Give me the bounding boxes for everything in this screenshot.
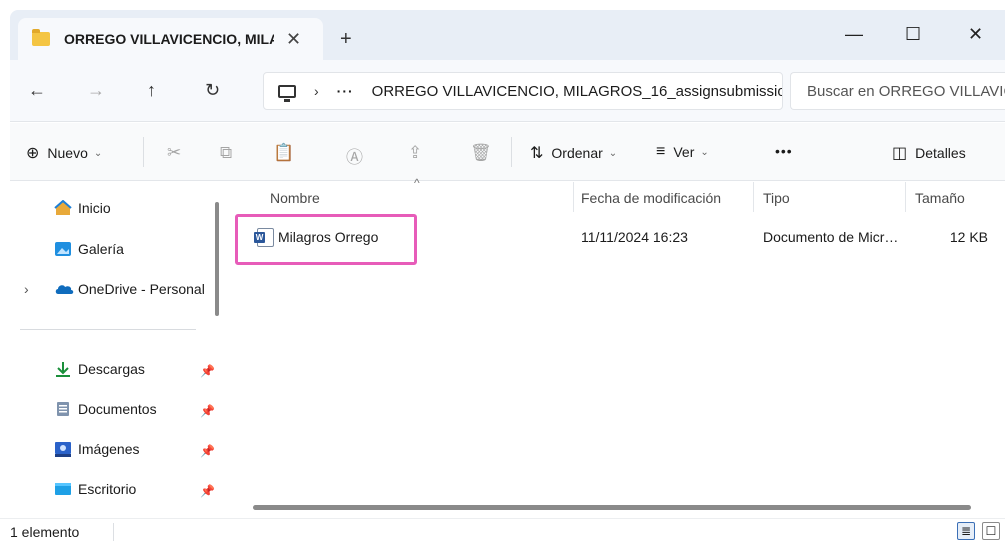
document-icon [54,401,72,417]
cut-icon[interactable]: ✂ [167,143,181,163]
horizontal-scrollbar[interactable] [253,505,971,510]
close-window-button[interactable]: ✕ [968,24,983,45]
navigation-pane: Inicio Galería › OneDrive - Personal Des… [10,182,220,518]
desktop-icon [54,481,72,497]
divider [511,137,512,167]
divider [143,137,144,167]
sidebar-item-galeria[interactable]: Galería [54,241,124,257]
sidebar-item-imagenes[interactable]: Imágenes [54,441,139,457]
pin-icon[interactable]: 📌 [200,484,215,498]
column-header-type[interactable]: Tipo [763,190,790,206]
sidebar-item-label: OneDrive - Personal [78,281,205,297]
column-header-name[interactable]: Nombre [270,190,320,206]
home-icon [54,199,72,216]
file-type: Documento de Microsoft Word [763,229,903,245]
sort-icon: ⇅ [530,145,544,162]
maximize-button[interactable]: ☐ [905,24,921,45]
minimize-button[interactable]: — [845,24,863,45]
selection-highlight [235,214,417,265]
details-pane-icon: ◫ [892,145,908,162]
up-button[interactable]: ↑ [147,80,156,101]
command-bar: ⊕ Nuevo ⌄ ✂ ⧉ 📋 Ⓐ ⇪ 🗑 ⇅ Ordenar ⌄ ≡ Ver … [10,123,1005,181]
new-button[interactable]: ⊕ Nuevo ⌄ [26,143,102,163]
divider [113,523,114,541]
breadcrumb-overflow-button[interactable]: ··· [337,83,354,99]
plus-circle-icon: ⊕ [26,145,40,162]
sidebar-item-label: Descargas [78,361,145,377]
pin-icon[interactable]: 📌 [200,364,215,378]
expand-chevron-icon[interactable]: › [24,281,29,297]
view-lines-icon: ≡ [656,143,666,160]
tab-current-folder[interactable]: ORREGO VILLAVICENCIO, MILAGROS_16_assign… [18,18,323,60]
sidebar-item-label: Escritorio [78,481,137,497]
title-bar: ORREGO VILLAVICENCIO, MILAGROS_16_assign… [10,10,1005,60]
address-bar[interactable]: › ··· ORREGO VILLAVICENCIO, MILAGROS_16_… [263,72,783,110]
copy-icon[interactable]: ⧉ [220,143,232,163]
delete-icon[interactable]: 🗑 [470,143,492,163]
pin-icon[interactable]: 📌 [200,404,215,418]
chevron-down-icon: ⌄ [700,146,709,158]
forward-button[interactable]: → [87,80,105,101]
new-tab-button[interactable]: + [340,28,352,51]
tab-title: ORREGO VILLAVICENCIO, MILAGROS_16_assign… [64,31,274,47]
computer-icon [278,84,296,102]
details-button-label: Detalles [915,145,966,161]
sort-arrow-icon: ^ [414,176,420,190]
column-divider[interactable] [905,182,906,212]
image-icon [54,441,72,457]
rename-icon[interactable]: Ⓐ [346,143,363,168]
view-button-label: Ver [673,144,695,160]
cloud-icon [54,281,74,297]
sidebar-item-label: Galería [78,241,124,257]
share-icon[interactable]: ⇪ [408,143,422,163]
new-button-label: Nuevo [47,145,88,161]
folder-icon [32,29,50,46]
view-button[interactable]: ≡ Ver ⌄ [656,143,709,161]
column-divider[interactable] [753,182,754,212]
navigation-scrollbar[interactable] [215,202,219,316]
sidebar-item-inicio[interactable]: Inicio [54,199,111,216]
file-modified: 11/11/2024 16:23 [581,229,688,245]
sort-button-label: Ordenar [551,145,603,161]
sidebar-item-label: Imágenes [78,441,140,457]
column-header-size[interactable]: Tamaño [915,190,965,206]
sidebar-item-documentos[interactable]: Documentos [54,401,157,417]
sidebar-item-onedrive[interactable]: OneDrive - Personal [54,281,205,297]
search-input[interactable]: Buscar en ORREGO VILLAVICENCIO [790,72,1005,110]
download-icon [54,361,72,377]
item-count: 1 elemento [10,524,80,540]
back-button[interactable]: ← [28,80,46,101]
sidebar-item-escritorio[interactable]: Escritorio [54,481,136,497]
chevron-down-icon: ⌄ [608,147,618,159]
file-size: 12 KB [949,229,988,245]
details-button[interactable]: ◫ Detalles [892,143,966,163]
sidebar-item-descargas[interactable]: Descargas [54,361,145,377]
status-bar: 1 elemento ≣ ☐ [0,518,1005,543]
column-divider[interactable] [573,182,574,212]
pin-icon[interactable]: 📌 [200,444,215,458]
tiles-view-button[interactable]: ☐ [982,522,1000,540]
paste-icon[interactable]: 📋 [273,143,294,163]
column-header-modified[interactable]: Fecha de modificación [581,190,721,206]
sort-button[interactable]: ⇅ Ordenar ⌄ [530,143,617,163]
address-row: ← → ↑ ↻ › ··· ORREGO VILLAVICENCIO, MILA… [10,60,1005,122]
details-view-button[interactable]: ≣ [957,522,975,540]
sidebar-item-label: Inicio [78,200,111,216]
sidebar-item-label: Documentos [78,401,157,417]
chevron-down-icon: ⌄ [93,147,103,159]
breadcrumb-path[interactable]: ORREGO VILLAVICENCIO, MILAGROS_16_assign… [372,83,782,100]
breadcrumb-chevron-icon[interactable]: › [314,83,319,99]
divider [20,329,196,330]
refresh-button[interactable]: ↻ [205,80,220,101]
tab-close-icon[interactable]: ✕ [286,29,301,50]
more-options-button[interactable]: ••• [775,143,793,159]
gallery-icon [54,241,72,257]
